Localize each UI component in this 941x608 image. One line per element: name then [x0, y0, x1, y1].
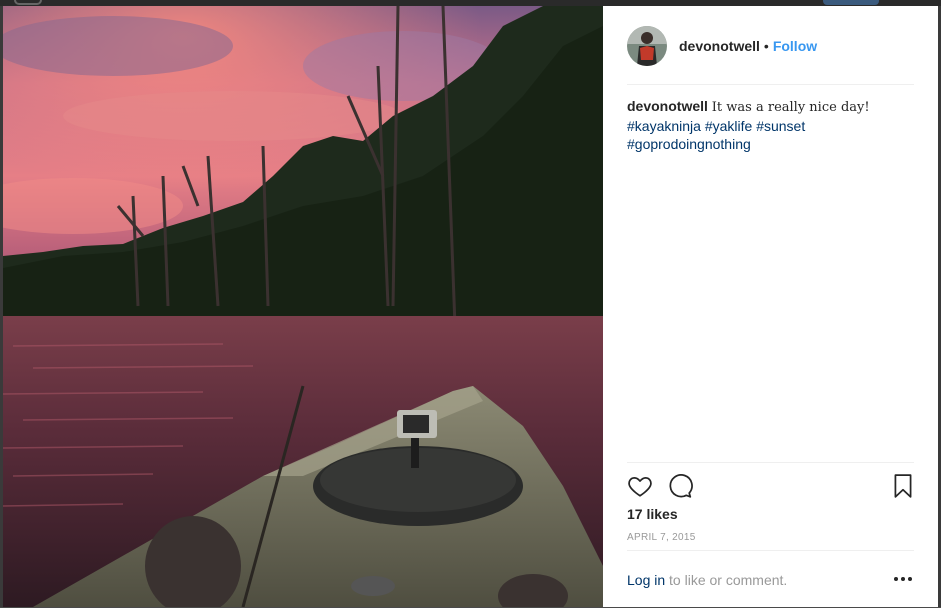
comment-bar: Log in to like or comment. — [627, 550, 914, 608]
kayak-sunset-image — [3, 6, 603, 607]
login-link[interactable]: Log in — [627, 572, 665, 588]
login-suffix: to like or comment. — [669, 572, 788, 588]
comment-icon[interactable] — [667, 473, 693, 499]
hashtag-link[interactable]: #kayakninja — [627, 118, 701, 134]
caption-username[interactable]: devonotwell — [627, 98, 708, 114]
action-bar — [627, 462, 914, 511]
post-caption: devonotwell It was a really nice day! #k… — [627, 97, 918, 153]
username-link[interactable]: devonotwell — [679, 38, 760, 54]
post-photo[interactable] — [3, 6, 603, 607]
post-date: APRIL 7, 2015 — [627, 532, 696, 543]
avatar-image — [627, 26, 667, 66]
page-backdrop: devonotwell • Follow devonotwell It was a … — [0, 0, 941, 607]
follow-button[interactable]: Follow — [773, 38, 817, 54]
hashtag-link[interactable]: #yaklife — [705, 118, 752, 134]
heart-icon[interactable] — [627, 473, 653, 499]
separator-dot: • — [763, 38, 769, 54]
post-sidebar: devonotwell • Follow devonotwell It was a … — [603, 6, 938, 607]
more-options-icon[interactable] — [892, 569, 914, 589]
top-right-fragment — [823, 0, 879, 5]
hashtag-link[interactable]: #goprodoingnothing — [627, 136, 751, 152]
post-modal: devonotwell • Follow devonotwell It was a … — [3, 6, 938, 607]
top-left-fragment — [14, 0, 42, 5]
post-header: devonotwell • Follow — [627, 26, 914, 85]
bookmark-icon[interactable] — [890, 473, 916, 499]
hashtag-link[interactable]: #sunset — [756, 118, 805, 134]
avatar[interactable] — [627, 26, 667, 66]
caption-text: It was a really nice day! — [711, 100, 870, 115]
likes-count[interactable]: 17 likes — [627, 506, 678, 522]
login-prompt: Log in to like or comment. — [627, 572, 787, 588]
header-text: devonotwell • Follow — [679, 38, 817, 54]
